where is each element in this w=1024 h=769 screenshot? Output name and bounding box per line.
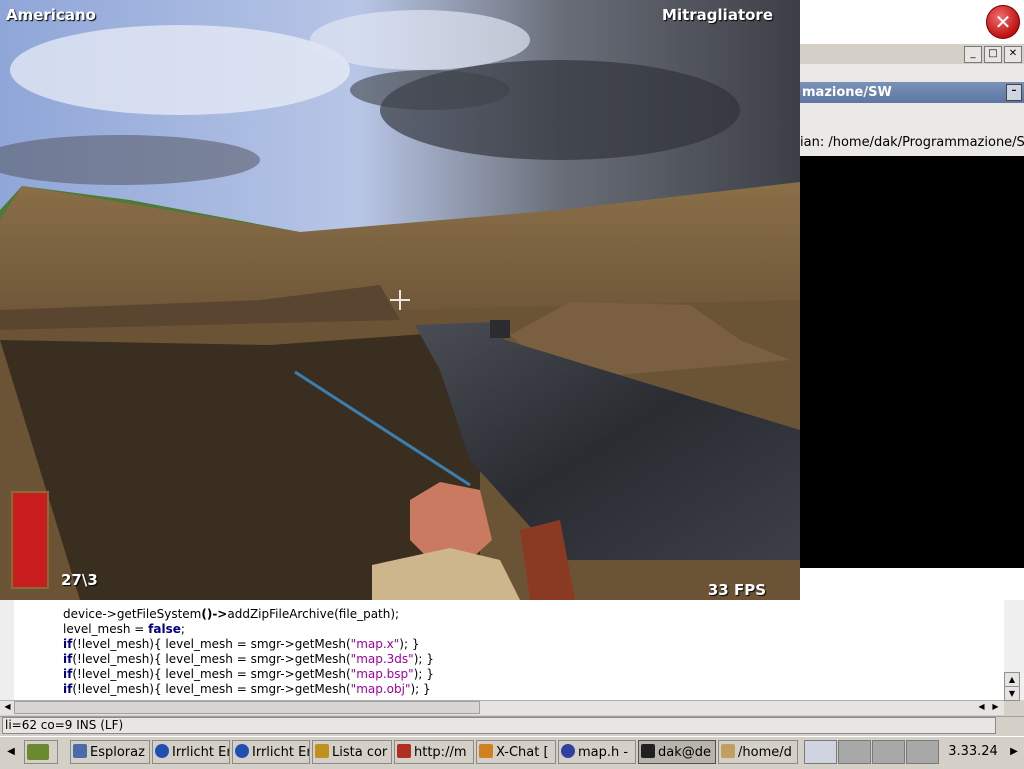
cursor-status: li=62 co=9 INS (LF): [2, 717, 996, 734]
browser-icon: [397, 744, 411, 758]
show-desktop-icon: [27, 744, 49, 760]
taskbar-item-xchat[interactable]: X-Chat [: [476, 740, 556, 764]
ammo-counter: 27\3: [61, 571, 98, 589]
team-label: Americano: [6, 6, 96, 24]
scroll-left-button[interactable]: ◀: [2, 701, 13, 712]
taskbar-item-map-h[interactable]: map.h -: [558, 740, 636, 764]
panel-toolbar: [800, 103, 1024, 130]
taskbar-item-browser[interactable]: http://m: [394, 740, 474, 764]
workspace-4[interactable]: [906, 740, 939, 764]
taskbar-item-terminal[interactable]: dak@de: [638, 740, 716, 764]
clock: 3.33.24: [948, 744, 998, 759]
weapon-label: Mitragliatore: [662, 6, 773, 24]
game-viewport[interactable]: Americano Mitragliatore 27\3 33 FPS: [0, 0, 800, 600]
game-scene: [0, 0, 800, 600]
rifle-sight: [490, 320, 510, 338]
maximize-button[interactable]: □: [984, 46, 1002, 63]
scroll-up-button[interactable]: ▲: [1004, 672, 1020, 687]
panel-title: mazione/SW –: [800, 82, 1024, 103]
code-line: device->getFileSystem()->addZipFileArchi…: [63, 607, 400, 621]
cloud: [10, 25, 350, 115]
workspace-3[interactable]: [872, 740, 905, 764]
editor-icon: [561, 744, 575, 758]
scroll-thumb[interactable]: [14, 701, 480, 714]
contacts-icon: [315, 744, 329, 758]
taskbar-item-irrlicht-2[interactable]: Irrlicht Er: [232, 740, 310, 764]
taskbar-item-home[interactable]: /home/d: [718, 740, 798, 764]
workspace-1[interactable]: [804, 740, 837, 764]
code-line: level_mesh = false;: [63, 622, 185, 636]
fps-counter: 33 FPS: [707, 581, 766, 599]
code-line: if(!level_mesh){ level_mesh = smgr->getM…: [63, 667, 434, 681]
cloud: [310, 10, 530, 70]
xchat-icon: [479, 744, 493, 758]
taskbar-item-irrlicht-1[interactable]: Irrlicht Er: [152, 740, 230, 764]
editor-area-right[interactable]: [800, 568, 1024, 600]
window-titlebar[interactable]: _ □ ✕: [800, 44, 1024, 65]
code-line: if(!level_mesh){ level_mesh = smgr->getM…: [63, 652, 434, 666]
globe-icon: [155, 744, 169, 758]
code-line: if(!level_mesh){ level_mesh = smgr->getM…: [63, 682, 431, 696]
taskbar-scroll-right-icon[interactable]: ▶: [1006, 740, 1022, 764]
terminal-output[interactable]: [800, 156, 1024, 568]
file-manager-icon: [73, 744, 87, 758]
panel-title-text: mazione/SW: [802, 85, 892, 100]
cloud: [350, 70, 510, 110]
show-desktop-button[interactable]: [24, 740, 58, 764]
close-button[interactable]: ✕: [1004, 46, 1022, 63]
health-bar: [11, 491, 49, 589]
taskbar-scroll-left-icon[interactable]: ◀: [2, 740, 20, 764]
window-menubar: [800, 64, 1024, 82]
minimize-button[interactable]: _: [964, 46, 982, 63]
folder-icon: [721, 744, 735, 758]
scroll-right-button[interactable]: ▶: [990, 701, 1001, 712]
close-icon[interactable]: ✕: [986, 5, 1020, 39]
terminal-title: ian: /home/dak/Programmazione/SW: [800, 130, 1024, 156]
editor-gutter: [0, 600, 14, 700]
scroll-down-button[interactable]: ▼: [1004, 686, 1020, 701]
panel-minimize-button[interactable]: –: [1006, 84, 1022, 101]
scroll-left-button-right[interactable]: ◀: [976, 701, 987, 712]
globe-icon: [235, 744, 249, 758]
taskbar-item-lista[interactable]: Lista cor: [312, 740, 392, 764]
taskbar-item-esploraz[interactable]: Esploraz: [70, 740, 150, 764]
terminal-icon: [641, 744, 655, 758]
code-line: if(!level_mesh){ level_mesh = smgr->getM…: [63, 637, 420, 651]
workspace-2[interactable]: [838, 740, 871, 764]
